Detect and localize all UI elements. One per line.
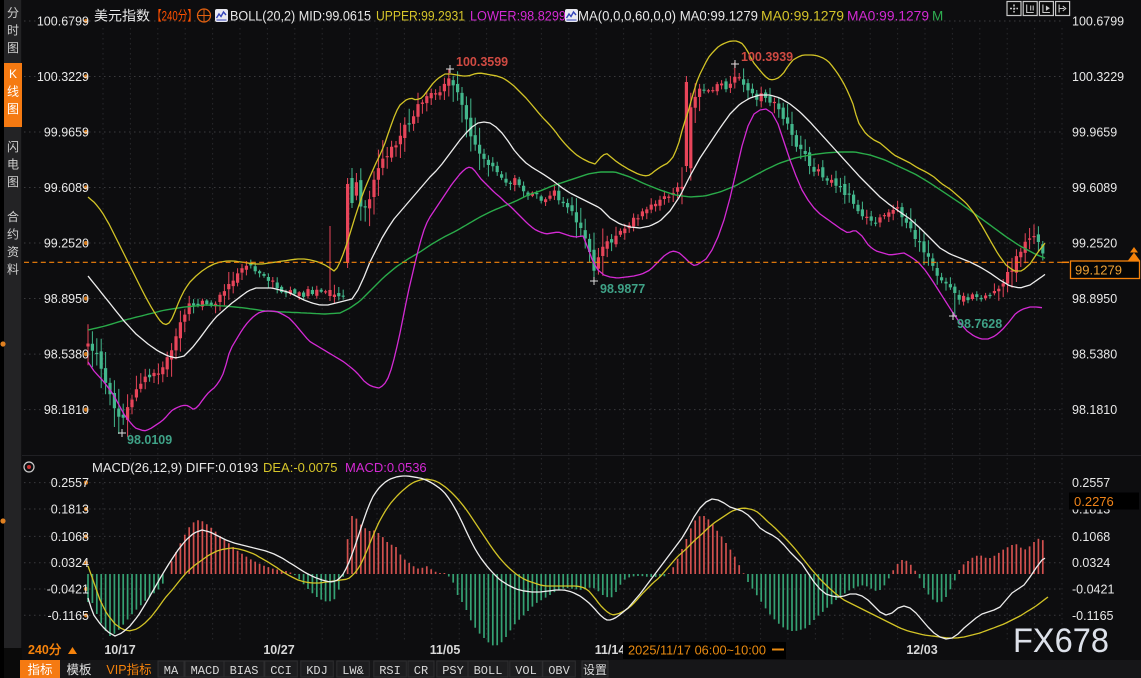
svg-text:98.1810: 98.1810 xyxy=(1072,403,1117,417)
svg-text:BOLL: BOLL xyxy=(474,664,503,678)
svg-text:-0.1165: -0.1165 xyxy=(1072,609,1114,623)
svg-text:-0.1165: -0.1165 xyxy=(48,609,90,623)
svg-text:0.2276: 0.2276 xyxy=(1074,494,1114,509)
svg-text:MACD:0.0536: MACD:0.0536 xyxy=(345,460,427,475)
svg-text:98.5380: 98.5380 xyxy=(1072,348,1117,362)
svg-text:图: 图 xyxy=(7,102,19,116)
svg-text:240分: 240分 xyxy=(28,642,62,657)
svg-text:BOLL(20,2) MID:99.0615: BOLL(20,2) MID:99.0615 xyxy=(230,9,371,24)
svg-text:0.1813: 0.1813 xyxy=(51,503,89,517)
svg-text:-0.0421: -0.0421 xyxy=(47,583,89,597)
svg-text:美元指数: 美元指数 xyxy=(94,9,151,24)
svg-text:99.1279: 99.1279 xyxy=(1075,263,1122,278)
svg-text:K: K xyxy=(9,67,17,81)
svg-text:100.6799: 100.6799 xyxy=(1072,15,1124,29)
svg-text:分: 分 xyxy=(7,6,19,20)
svg-text:MACD: MACD xyxy=(191,664,220,678)
svg-text:98.9877: 98.9877 xyxy=(600,282,645,296)
svg-text:FX678: FX678 xyxy=(1013,622,1109,660)
svg-text:VOL: VOL xyxy=(515,664,537,678)
svg-text:98.5380: 98.5380 xyxy=(44,348,89,362)
svg-text:0.1068: 0.1068 xyxy=(51,530,89,544)
svg-text:100.3229: 100.3229 xyxy=(37,70,89,84)
svg-text:图: 图 xyxy=(7,41,19,55)
svg-text:10/17: 10/17 xyxy=(104,643,135,657)
svg-text:98.0109: 98.0109 xyxy=(127,433,172,447)
svg-text:KDJ: KDJ xyxy=(306,664,328,678)
svg-text:M: M xyxy=(932,9,943,24)
svg-text:闪: 闪 xyxy=(7,140,19,154)
svg-text:UPPER:99.2931: UPPER:99.2931 xyxy=(376,9,465,24)
svg-text:指标: 指标 xyxy=(27,662,52,677)
svg-text:DEA:-0.0075: DEA:-0.0075 xyxy=(263,460,337,475)
svg-text:资: 资 xyxy=(7,245,19,259)
svg-text:100.6799: 100.6799 xyxy=(37,15,89,29)
svg-text:OBV: OBV xyxy=(548,664,570,678)
svg-text:98.7628: 98.7628 xyxy=(957,317,1002,331)
svg-text:-0.0421: -0.0421 xyxy=(1072,583,1114,597)
svg-text:100.3599: 100.3599 xyxy=(456,55,508,69)
svg-text:合: 合 xyxy=(7,209,19,224)
svg-text:MA0:99.1279: MA0:99.1279 xyxy=(847,9,929,24)
svg-text:LOWER:98.8299: LOWER:98.8299 xyxy=(470,9,566,24)
svg-text:CCI: CCI xyxy=(270,664,292,678)
svg-text:99.9659: 99.9659 xyxy=(44,126,89,140)
svg-text:约: 约 xyxy=(7,227,19,242)
svg-text:RSI: RSI xyxy=(379,664,401,678)
svg-text:2025/11/17 06:00~10:00: 2025/11/17 06:00~10:00 xyxy=(628,643,766,658)
svg-text:图: 图 xyxy=(7,175,19,189)
svg-text:CR: CR xyxy=(414,664,428,678)
svg-text:线: 线 xyxy=(7,85,19,99)
svg-text:PSY: PSY xyxy=(442,664,464,678)
svg-text:VIP指标: VIP指标 xyxy=(106,662,151,677)
svg-text:MACD(26,12,9) DIFF:0.0193: MACD(26,12,9) DIFF:0.0193 xyxy=(92,460,258,475)
svg-text:99.6089: 99.6089 xyxy=(44,181,89,195)
svg-text:99.6089: 99.6089 xyxy=(1072,181,1117,195)
svg-text:98.8950: 98.8950 xyxy=(1072,292,1117,306)
svg-text:0.1068: 0.1068 xyxy=(1072,530,1110,544)
svg-text:设置: 设置 xyxy=(583,663,607,678)
svg-text:0.0324: 0.0324 xyxy=(1072,556,1110,570)
svg-text:100.3229: 100.3229 xyxy=(1072,70,1124,84)
svg-text:98.8950: 98.8950 xyxy=(44,292,89,306)
svg-text:电: 电 xyxy=(7,158,19,172)
svg-text:MA: MA xyxy=(164,664,179,678)
svg-text:料: 料 xyxy=(7,263,19,277)
svg-text:MA(0,0,0,60,0,0) MA0:99.1279: MA(0,0,0,60,0,0) MA0:99.1279 xyxy=(578,9,758,24)
svg-text:98.1810: 98.1810 xyxy=(44,403,89,417)
svg-text:时: 时 xyxy=(7,24,19,38)
svg-text:BIAS: BIAS xyxy=(230,664,259,678)
svg-text:0.0324: 0.0324 xyxy=(51,556,89,570)
svg-text:【240分】: 【240分】 xyxy=(152,9,197,24)
svg-text:0.2557: 0.2557 xyxy=(51,476,89,490)
svg-text:0.2557: 0.2557 xyxy=(1072,476,1110,490)
svg-text:99.2520: 99.2520 xyxy=(1072,237,1117,251)
svg-text:99.2520: 99.2520 xyxy=(44,237,89,251)
svg-text:LW&: LW& xyxy=(342,664,364,678)
svg-text:11/14: 11/14 xyxy=(595,643,626,657)
svg-text:模板: 模板 xyxy=(66,663,92,677)
svg-text:12/03: 12/03 xyxy=(906,643,937,657)
svg-text:MA0:99.1279: MA0:99.1279 xyxy=(761,9,844,24)
svg-text:10/27: 10/27 xyxy=(263,643,294,657)
svg-text:11/05: 11/05 xyxy=(430,643,461,657)
svg-text:100.3939: 100.3939 xyxy=(741,50,793,64)
svg-text:99.9659: 99.9659 xyxy=(1072,126,1117,140)
